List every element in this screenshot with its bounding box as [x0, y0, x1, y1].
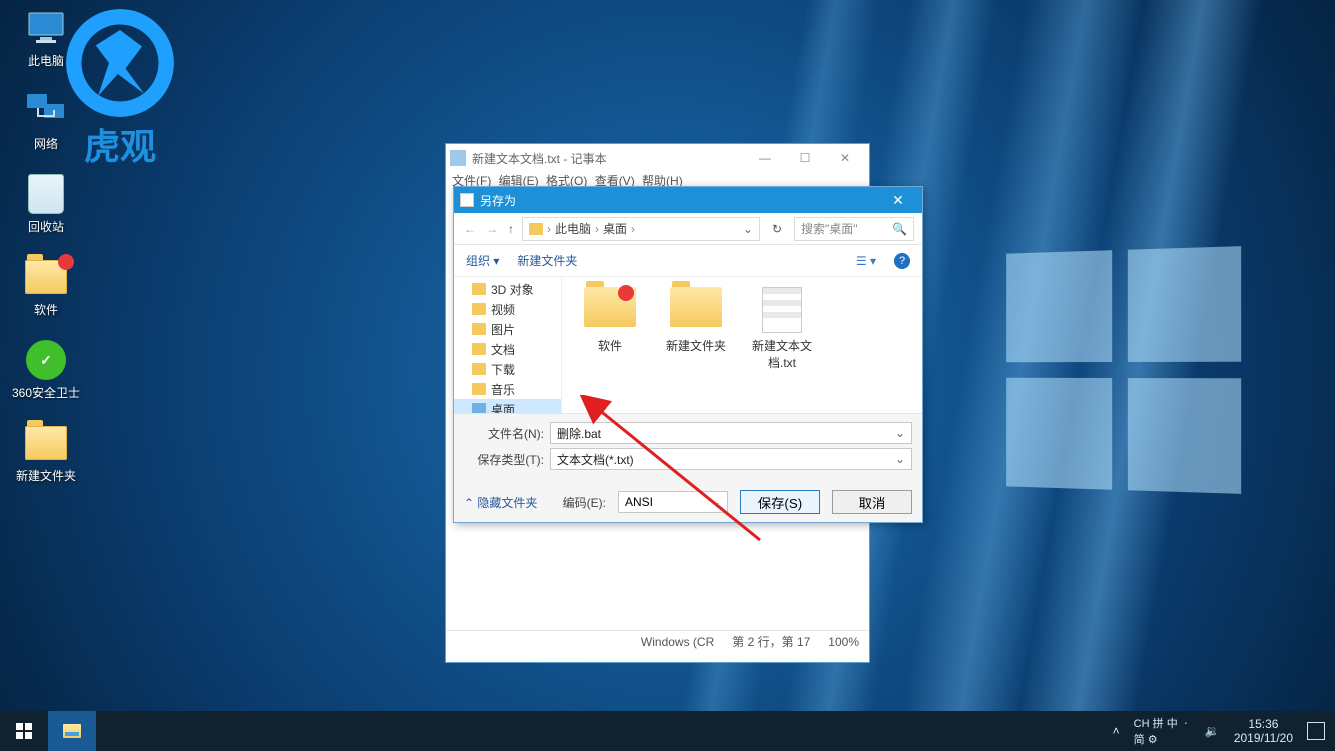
save-button[interactable]: 保存(S) [740, 490, 820, 514]
clock-date: 2019/11/20 [1234, 731, 1293, 745]
system-tray: ˄ CH 拼 中 ㆍ 简 ⚙ 🔉 15:36 2019/11/20 [1103, 711, 1335, 751]
recycle-bin-icon [28, 174, 64, 214]
desktop-icon-network[interactable]: 网络 [8, 91, 84, 152]
desktop-icon-label: 新建文件夹 [8, 467, 84, 484]
status-cursor: 第 2 行，第 17 [732, 633, 810, 650]
filetype-label: 保存类型(T): [464, 451, 550, 468]
dialog-toolbar: 组织 ▾ 新建文件夹 ☰ ▾ ? [454, 245, 922, 277]
desktop-icon-360[interactable]: ✓ 360安全卫士 [8, 340, 84, 401]
nav-tree: 3D 对象 视频 图片 文档 下载 音乐 桌面 [454, 277, 562, 413]
desktop-icon-label: 回收站 [8, 218, 84, 235]
nav-refresh-button[interactable]: ↻ [766, 222, 788, 236]
tree-item-desktop[interactable]: 桌面 [454, 399, 561, 413]
tree-item-pictures[interactable]: 图片 [454, 319, 561, 339]
file-label: 新建文本文档.txt [746, 337, 818, 371]
dialog-bottom-bar: ⌃ 隐藏文件夹 编码(E): ANSI 保存(S) 取消 [454, 482, 922, 522]
360-icon: ✓ [26, 340, 66, 380]
tree-item-music[interactable]: 音乐 [454, 379, 561, 399]
search-placeholder: 搜索"桌面" [801, 220, 858, 237]
desktop-icon-this-pc[interactable]: 此电脑 [8, 8, 84, 69]
tree-item-downloads[interactable]: 下载 [454, 359, 561, 379]
crumb-item[interactable]: 此电脑 [555, 220, 591, 237]
ime-indicator[interactable]: CH 拼 中 ㆍ 简 ⚙ [1134, 715, 1191, 747]
notepad-title-text: 新建文本文档.txt - 记事本 [472, 150, 607, 167]
save-as-dialog: 另存为 ✕ ← → ↑ › 此电脑 › 桌面 › ⌄ ↻ 搜索"桌面" 🔍 组织… [453, 186, 923, 523]
desktop-icon-label: 此电脑 [8, 52, 84, 69]
explorer-icon [63, 724, 81, 738]
file-item-software[interactable]: 软件 [574, 287, 646, 354]
encoding-select[interactable]: ANSI [618, 491, 728, 513]
organize-button[interactable]: 组织 ▾ [466, 252, 499, 269]
desktop-icon-recycle-bin[interactable]: 回收站 [8, 174, 84, 235]
dialog-icon [460, 193, 474, 207]
hide-folders-toggle[interactable]: ⌃ 隐藏文件夹 [464, 494, 537, 511]
tree-item-videos[interactable]: 视频 [454, 299, 561, 319]
crumb-item[interactable]: 桌面 [603, 220, 627, 237]
dialog-title-text: 另存为 [480, 192, 516, 209]
wallpaper-windows-logo [1006, 246, 1241, 494]
file-item-txt[interactable]: 新建文本文档.txt [746, 287, 818, 371]
filetype-select[interactable]: 文本文档(*.txt) [550, 448, 912, 470]
taskbar-app-explorer[interactable] [48, 711, 96, 751]
breadcrumb[interactable]: › 此电脑 › 桌面 › ⌄ [522, 217, 760, 241]
tray-overflow-button[interactable]: ˄ [1113, 724, 1120, 738]
desktop-icon-software[interactable]: 软件 [8, 257, 84, 318]
dialog-nav-bar: ← → ↑ › 此电脑 › 桌面 › ⌄ ↻ 搜索"桌面" 🔍 [454, 213, 922, 245]
file-list[interactable]: 软件 新建文件夹 新建文本文档.txt [562, 277, 922, 413]
dialog-close-button[interactable]: ✕ [880, 192, 916, 209]
view-button[interactable]: ☰ ▾ [856, 254, 876, 268]
filename-input[interactable]: 删除.bat [550, 422, 912, 444]
tree-item-3d[interactable]: 3D 对象 [454, 279, 561, 299]
action-center-button[interactable] [1307, 722, 1325, 740]
badge-icon [618, 285, 634, 301]
nav-up-button[interactable]: ↑ [506, 220, 516, 238]
file-label: 软件 [574, 337, 646, 354]
start-button[interactable] [0, 711, 48, 751]
desktop-icon-label: 网络 [8, 135, 84, 152]
desktop-icon-new-folder[interactable]: 新建文件夹 [8, 423, 84, 484]
notepad-icon [450, 150, 466, 166]
folder-icon [670, 287, 722, 327]
maximize-button[interactable]: ☐ [785, 151, 825, 165]
dialog-fields: 文件名(N): 删除.bat 保存类型(T): 文本文档(*.txt) [454, 413, 922, 482]
desktop-icon-label: 软件 [8, 301, 84, 318]
file-label: 新建文件夹 [660, 337, 732, 354]
encoding-label: 编码(E): [563, 494, 606, 511]
new-folder-button[interactable]: 新建文件夹 [517, 252, 577, 269]
folder-icon [25, 426, 67, 460]
filename-label: 文件名(N): [464, 425, 550, 442]
minimize-button[interactable]: — [745, 151, 785, 165]
tray-volume-icon[interactable]: 🔉 [1205, 724, 1220, 738]
notepad-titlebar[interactable]: 新建文本文档.txt - 记事本 — ☐ ✕ [446, 144, 869, 172]
help-button[interactable]: ? [894, 253, 910, 269]
badge-icon [58, 254, 74, 270]
tree-item-documents[interactable]: 文档 [454, 339, 561, 359]
clock-time: 15:36 [1234, 717, 1293, 731]
file-item-new-folder[interactable]: 新建文件夹 [660, 287, 732, 354]
desktop-icons: 此电脑 网络 回收站 软件 ✓ 360安全卫士 新建文件夹 [8, 8, 88, 506]
status-eol: Windows (CR [641, 635, 714, 649]
notepad-statusbar: Windows (CR 第 2 行，第 17 100% [446, 630, 869, 652]
cancel-button[interactable]: 取消 [832, 490, 912, 514]
desktop-icon-label: 360安全卫士 [8, 384, 84, 401]
nav-forward-button[interactable]: → [484, 220, 500, 238]
close-button[interactable]: ✕ [825, 151, 865, 165]
tray-clock[interactable]: 15:36 2019/11/20 [1234, 717, 1293, 745]
status-zoom: 100% [828, 635, 859, 649]
dialog-titlebar[interactable]: 另存为 ✕ [454, 187, 922, 213]
taskbar: ˄ CH 拼 中 ㆍ 简 ⚙ 🔉 15:36 2019/11/20 [0, 711, 1335, 751]
nav-back-button[interactable]: ← [462, 220, 478, 238]
search-input[interactable]: 搜索"桌面" 🔍 [794, 217, 914, 241]
search-icon: 🔍 [892, 222, 907, 236]
txt-icon [762, 287, 802, 333]
folder-icon [529, 223, 543, 235]
